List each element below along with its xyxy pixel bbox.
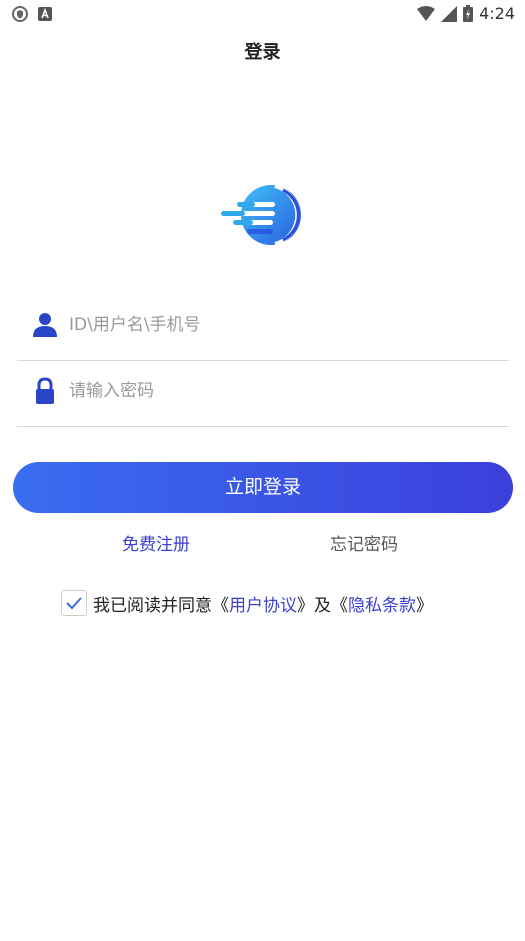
shield-notification-icon <box>12 6 28 22</box>
lock-icon <box>36 377 54 404</box>
password-input[interactable] <box>69 371 489 411</box>
agreement-and: 及 <box>314 595 331 616</box>
app-logo <box>221 184 301 246</box>
status-bar: 4:24 <box>0 0 525 28</box>
agreement-prefix: 我已阅读并同意 <box>93 595 212 616</box>
agreement-row: 我已阅读并同意 《 用户协议 》 及 《 隐私条款 》 <box>61 590 433 616</box>
agreement-checkbox[interactable] <box>61 590 87 616</box>
status-time: 4:24 <box>479 4 515 23</box>
a-notification-icon <box>38 7 52 21</box>
checkmark-icon <box>66 597 82 610</box>
page-title: 登录 <box>244 42 281 63</box>
password-field <box>17 361 509 427</box>
username-input[interactable] <box>69 305 489 345</box>
battery-icon <box>463 5 474 22</box>
login-button[interactable]: 立即登录 <box>13 462 513 513</box>
wifi-icon <box>417 5 436 21</box>
privacy-policy-link[interactable]: 隐私条款 <box>348 591 416 616</box>
signal-icon <box>441 5 458 22</box>
user-icon <box>33 313 57 337</box>
forgot-password-link[interactable]: 忘记密码 <box>330 530 398 555</box>
bracket-close: 》 <box>297 595 314 616</box>
user-agreement-link[interactable]: 用户协议 <box>229 591 297 616</box>
username-field <box>17 295 509 361</box>
bracket-open: 《 <box>212 595 229 616</box>
bracket-close: 》 <box>416 595 433 616</box>
bracket-open: 《 <box>331 595 348 616</box>
register-link[interactable]: 免费注册 <box>122 530 190 555</box>
